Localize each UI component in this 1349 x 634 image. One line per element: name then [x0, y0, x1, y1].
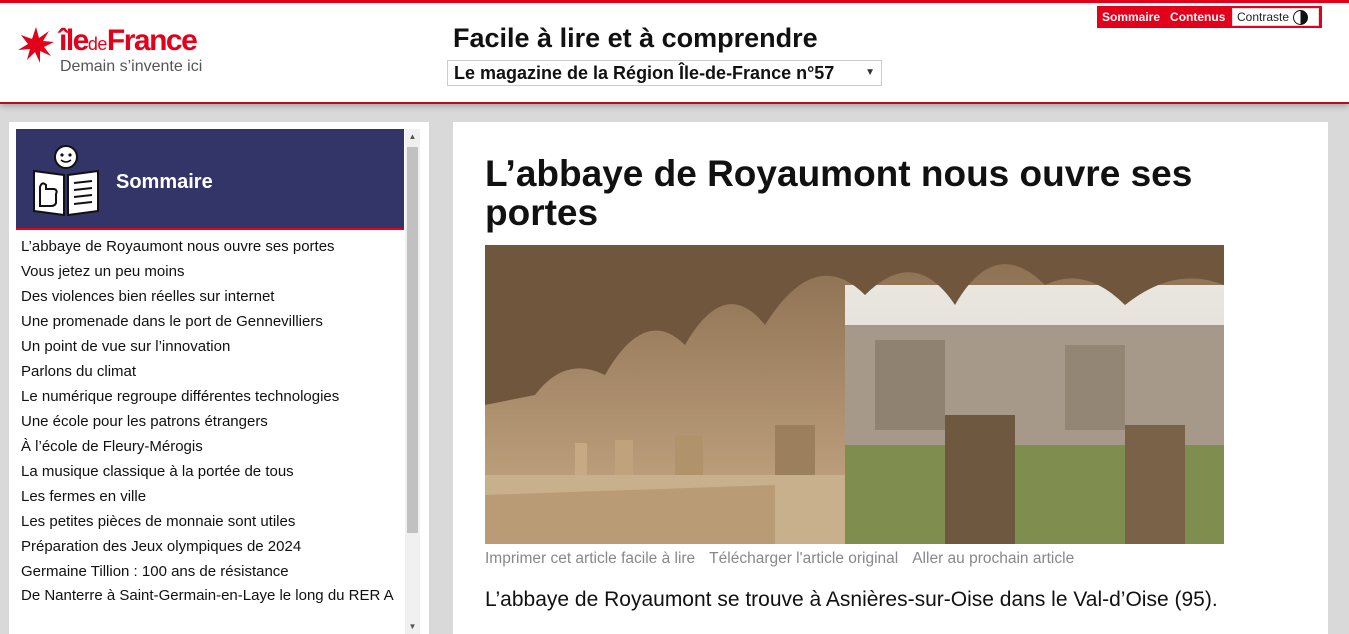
issue-select-value: Le magazine de la Région Île-de-France n…	[454, 63, 835, 83]
logo-tagline: Demain s’invente ici	[60, 58, 203, 75]
sommaire-item[interactable]: Les petites pièces de monnaie sont utile…	[21, 509, 403, 534]
sommaire-item[interactable]: Germaine Tillion : 100 ans de résistance	[21, 559, 403, 584]
logo-word-ile: île	[59, 24, 89, 57]
scroll-down-icon[interactable]: ▼	[405, 619, 420, 634]
sommaire-item[interactable]: Le numérique regroupe différentes techno…	[21, 384, 403, 409]
download-original-link[interactable]: Télécharger l'article original	[709, 550, 898, 568]
abbey-cloister-photo	[485, 245, 1224, 544]
sommaire-item[interactable]: Une école pour les patrons étrangers	[21, 409, 403, 434]
sommaire-list: L’abbaye de Royaumont nous ouvre ses por…	[21, 234, 403, 604]
article-actions: Imprimer cet article facile à lire Téléc…	[485, 550, 1074, 568]
sommaire-item[interactable]: L’abbaye de Royaumont nous ouvre ses por…	[21, 234, 403, 259]
print-article-link[interactable]: Imprimer cet article facile à lire	[485, 550, 695, 568]
sommaire-title: Sommaire	[116, 171, 213, 193]
site-title: Facile à lire et à comprendre	[453, 23, 818, 53]
star-logo-icon	[18, 27, 54, 63]
nav-sommaire-link[interactable]: Sommaire	[1097, 10, 1165, 24]
contrast-button[interactable]: Contraste	[1232, 8, 1319, 26]
sommaire-item[interactable]: Les fermes en ville	[21, 484, 403, 509]
site-header: îledeFrance Demain s’invente ici Facile …	[0, 0, 1349, 104]
sommaire-header: Sommaire	[16, 129, 404, 230]
sommaire-sidebar: Sommaire L’abbaye de Royaumont nous ouvr…	[9, 122, 429, 634]
next-article-link[interactable]: Aller au prochain article	[912, 550, 1074, 568]
sommaire-item[interactable]: À l’école de Fleury-Mérogis	[21, 434, 403, 459]
region-logo[interactable]: îledeFrance Demain s’invente ici	[18, 24, 248, 81]
sommaire-item[interactable]: Parlons du climat	[21, 359, 403, 384]
caret-down-icon: ▼	[865, 67, 875, 78]
logo-word-de: de	[87, 34, 108, 54]
logo-wordmark: îledeFrance	[59, 24, 198, 58]
article-title: L’abbaye de Royaumont nous ouvre ses por…	[485, 153, 1193, 233]
sommaire-item[interactable]: Des violences bien réelles sur internet	[21, 284, 403, 309]
logo-word-france: France	[106, 24, 198, 57]
sommaire-item[interactable]: Une promenade dans le port de Gennevilli…	[21, 309, 403, 334]
issue-select[interactable]: Le magazine de la Région Île-de-France n…	[447, 60, 882, 86]
contrast-label: Contraste	[1237, 10, 1290, 24]
sommaire-item[interactable]: De Nanterre à Saint-Germain-en-Laye le l…	[21, 584, 403, 604]
sommaire-item[interactable]: Un point de vue sur l’innovation	[21, 334, 403, 359]
sommaire-item[interactable]: La musique classique à la portée de tous	[21, 459, 403, 484]
easy-read-reader-icon	[33, 145, 99, 217]
sidebar-scrollbar[interactable]: ▲ ▼	[405, 129, 420, 634]
contrast-icon	[1293, 9, 1309, 25]
article-panel: L’abbaye de Royaumont nous ouvre ses por…	[453, 122, 1328, 634]
scroll-up-icon[interactable]: ▲	[405, 129, 420, 144]
article-intro: L’abbaye de Royaumont se trouve à Asnièr…	[485, 588, 1218, 611]
sommaire-item[interactable]: Vous jetez un peu moins	[21, 259, 403, 284]
nav-contenus-link[interactable]: Contenus	[1165, 10, 1230, 24]
sommaire-item[interactable]: Préparation des Jeux olympiques de 2024	[21, 534, 403, 559]
scrollbar-thumb[interactable]	[407, 147, 418, 533]
top-nav: Sommaire Contenus Contraste	[1097, 6, 1322, 28]
